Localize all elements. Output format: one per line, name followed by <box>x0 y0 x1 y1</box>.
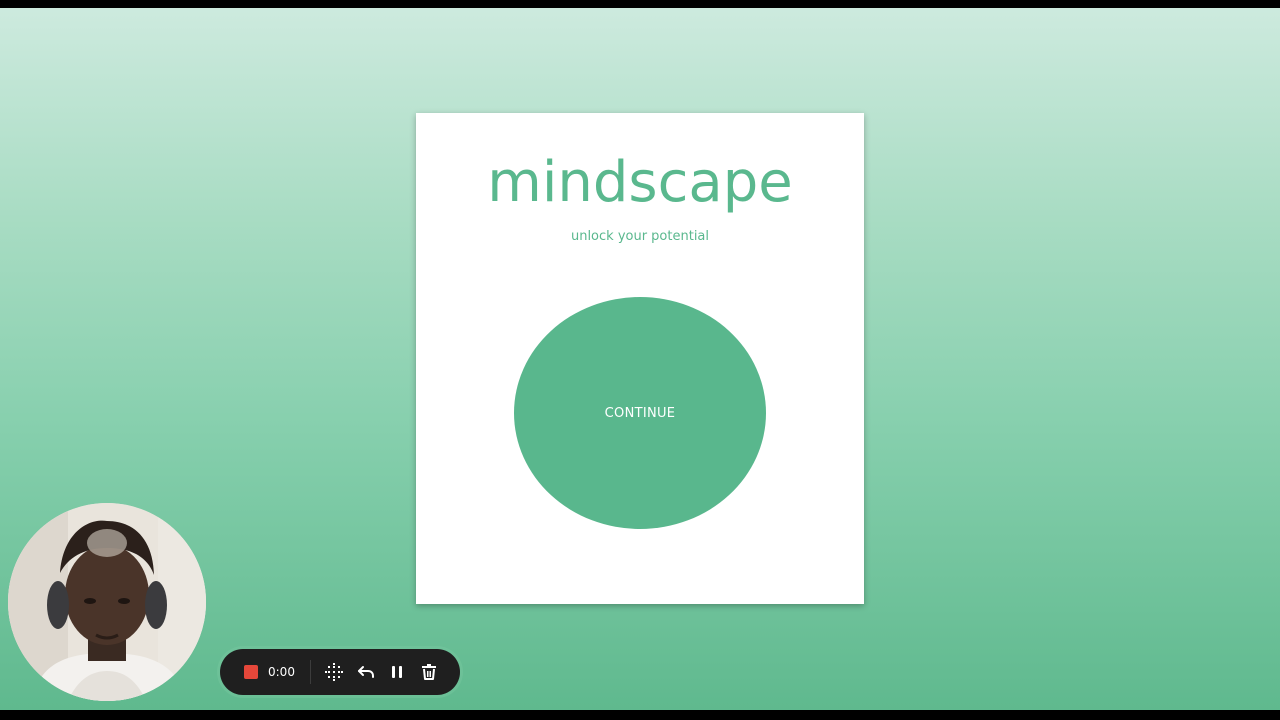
pause-icon[interactable] <box>387 662 407 682</box>
continue-button[interactable]: CONTINUE <box>514 297 766 529</box>
recording-timer: 0:00 <box>268 665 295 679</box>
recording-toolbar: 0:00 <box>220 649 460 695</box>
undo-icon[interactable] <box>356 662 376 682</box>
trash-icon[interactable] <box>419 662 439 682</box>
stop-icon[interactable] <box>244 665 258 679</box>
app-title: mindscape <box>487 150 793 215</box>
grid-icon[interactable] <box>324 662 344 682</box>
continue-button-label: CONTINUE <box>604 405 676 421</box>
welcome-card: mindscape unlock your potential CONTINUE <box>416 113 864 604</box>
app-tagline: unlock your potential <box>570 229 710 244</box>
toolbar-divider <box>310 660 311 684</box>
webcam-person-image <box>8 503 206 701</box>
webcam-bubble[interactable] <box>8 503 206 701</box>
app-background: mindscape unlock your potential CONTINUE… <box>0 8 1280 710</box>
